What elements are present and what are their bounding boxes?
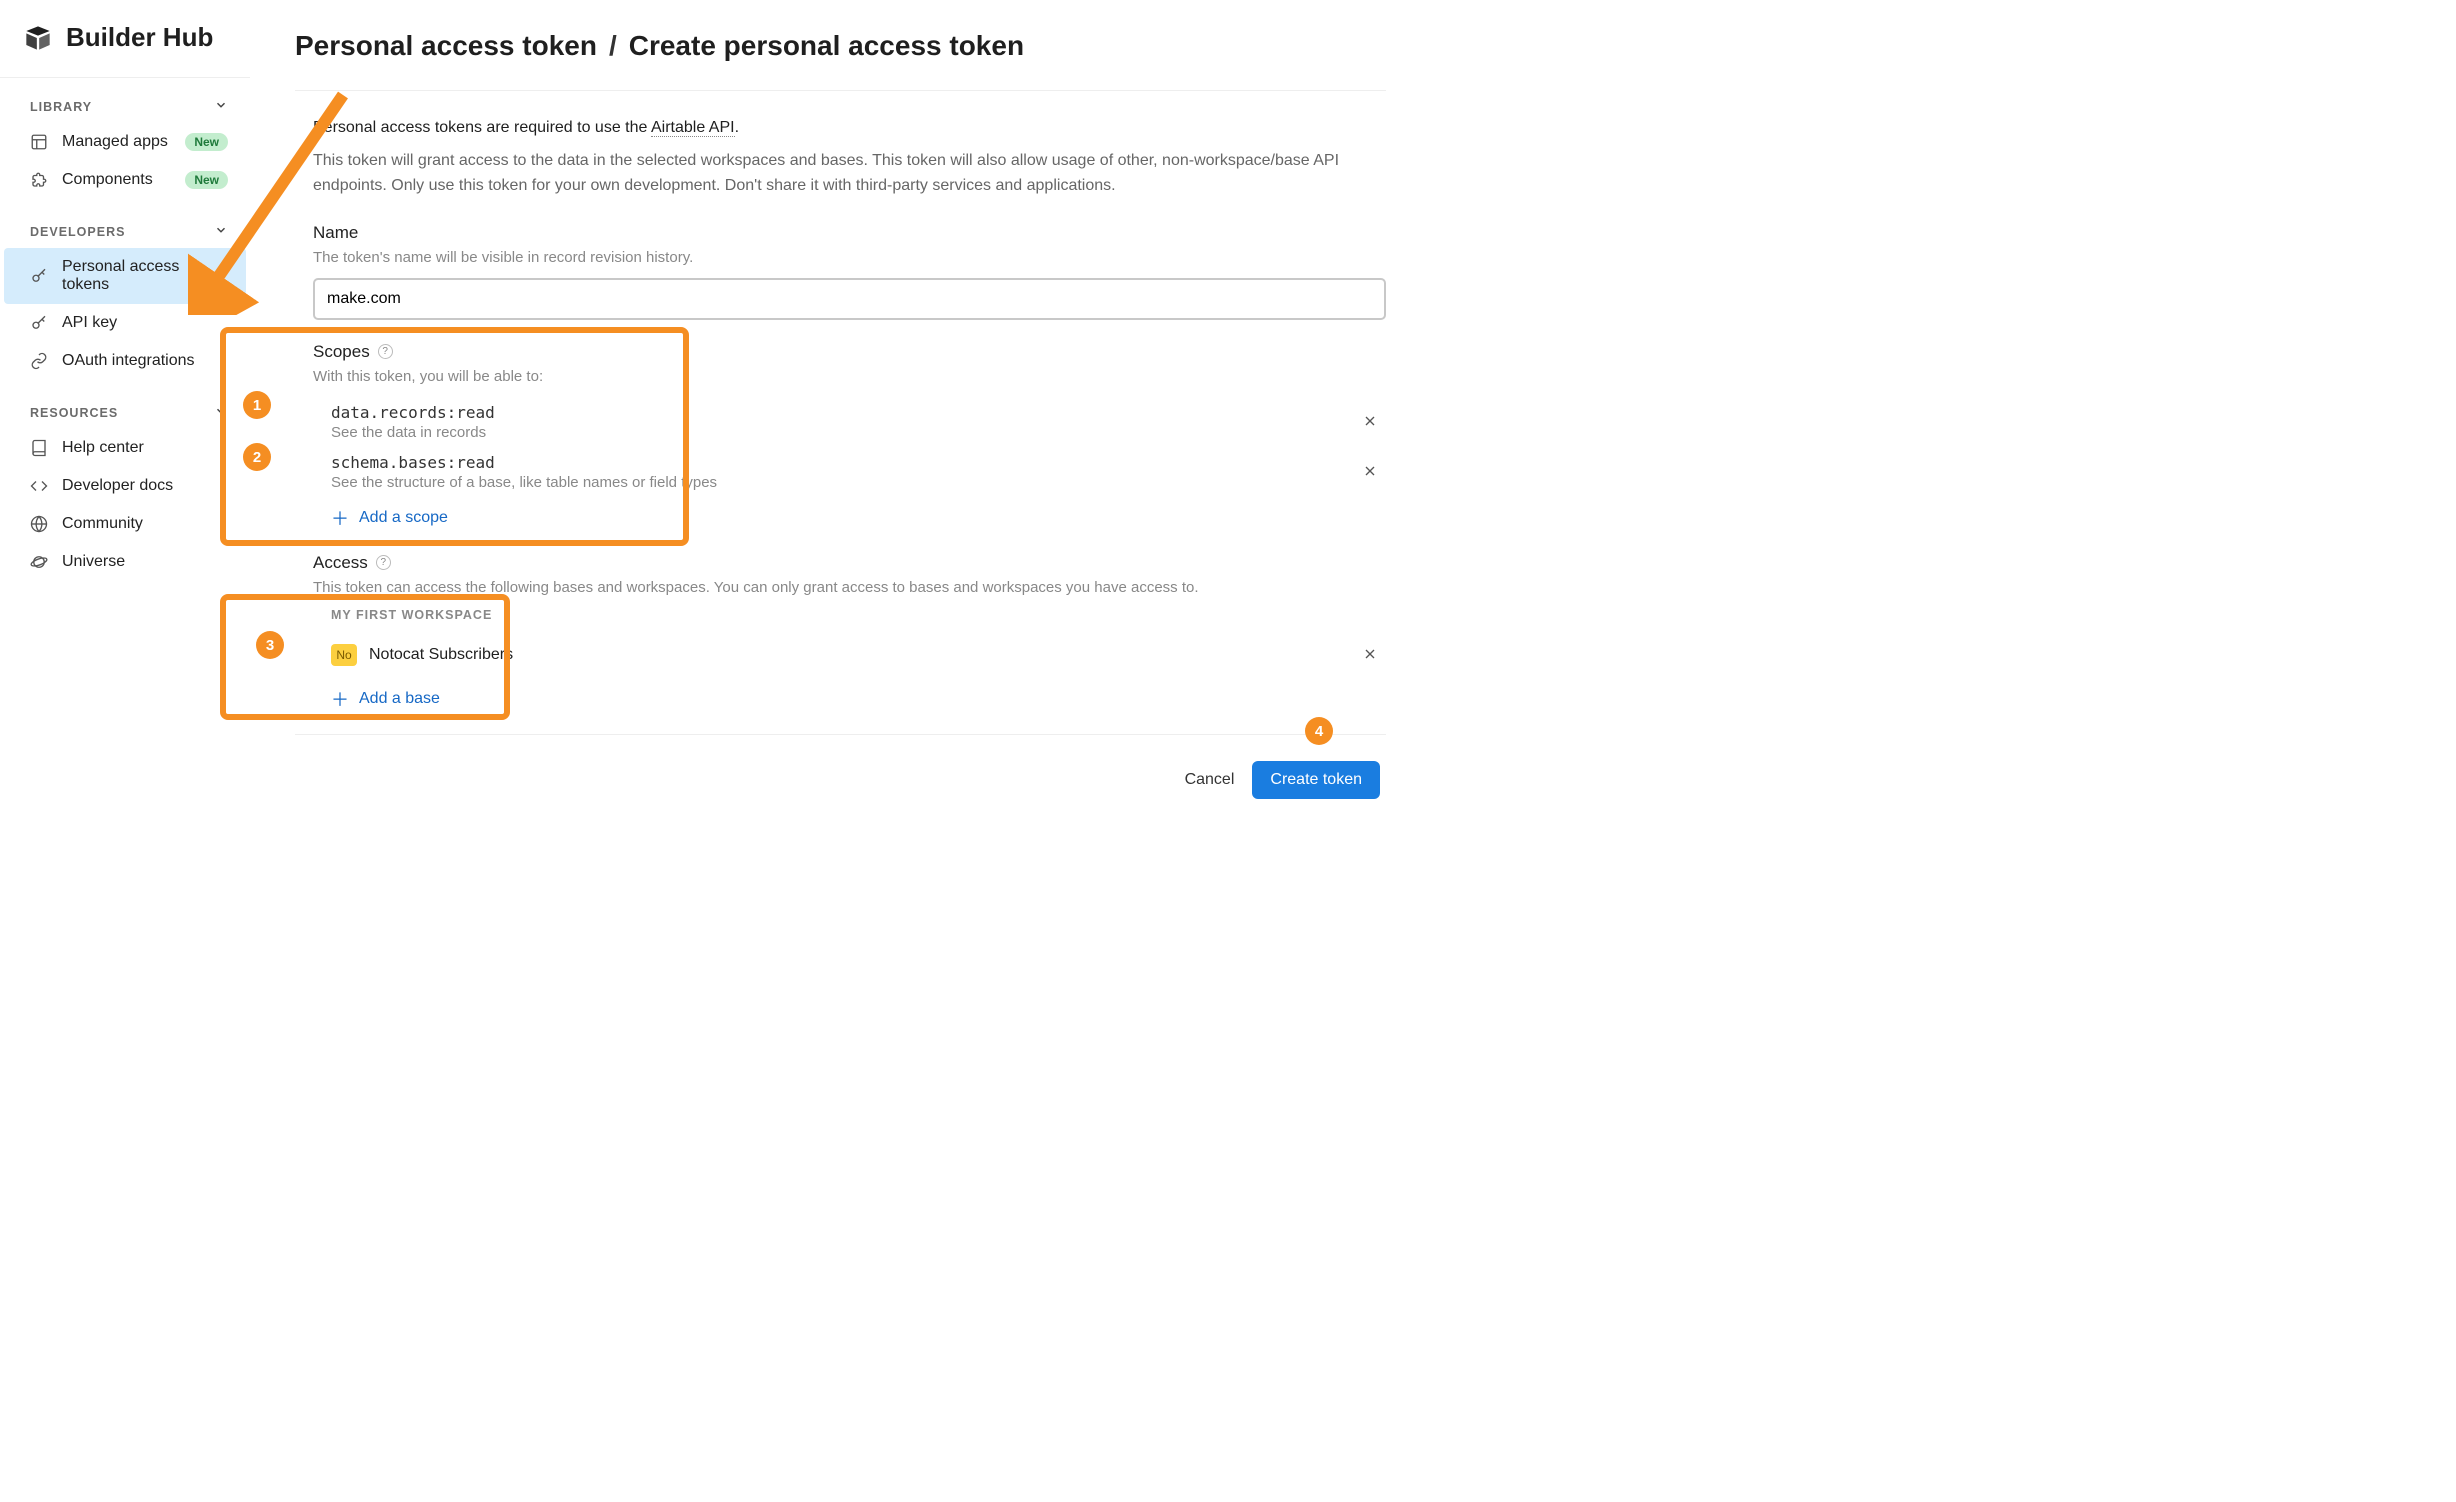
code-icon bbox=[30, 477, 48, 495]
access-hint: This token can access the following base… bbox=[313, 579, 1386, 596]
remove-scope-button[interactable] bbox=[1358, 455, 1382, 489]
scope-desc: See the structure of a base, like table … bbox=[331, 474, 1358, 491]
help-icon[interactable]: ? bbox=[376, 555, 391, 570]
section-library[interactable]: LIBRARY bbox=[0, 98, 250, 115]
nav-api-key-label: API key bbox=[62, 314, 117, 332]
base-name: Notocat Subscribers bbox=[369, 646, 1358, 664]
remove-base-button[interactable] bbox=[1358, 638, 1382, 672]
scopes-label: Scopes bbox=[313, 342, 370, 362]
nav-oauth[interactable]: OAuth integrations bbox=[0, 342, 250, 380]
scope-code: schema.bases:read bbox=[331, 453, 1358, 472]
sidebar: Builder Hub LIBRARY Managed apps New Com… bbox=[0, 0, 250, 829]
base-row: No Notocat Subscribers bbox=[331, 632, 1386, 678]
nav-developer-docs[interactable]: Developer docs bbox=[0, 467, 250, 505]
grid-icon bbox=[30, 133, 48, 151]
airtable-api-link[interactable]: Airtable API bbox=[651, 119, 735, 137]
nav-managed-apps[interactable]: Managed apps New bbox=[0, 123, 250, 161]
add-base-button[interactable]: ＋ Add a base bbox=[331, 686, 440, 712]
nav-managed-apps-label: Managed apps bbox=[62, 133, 168, 151]
badge-new: New bbox=[185, 133, 228, 151]
create-token-button[interactable]: Create token bbox=[1252, 761, 1380, 799]
brand: Builder Hub bbox=[0, 22, 250, 78]
chevron-down-icon bbox=[214, 98, 228, 115]
scopes-hint: With this token, you will be able to: bbox=[313, 368, 1386, 385]
nav-oauth-label: OAuth integrations bbox=[62, 352, 195, 370]
nav-personal-access-tokens[interactable]: Personal access tokens bbox=[4, 248, 246, 304]
breadcrumb-parent[interactable]: Personal access token bbox=[295, 30, 597, 62]
nav-help-label: Help center bbox=[62, 439, 144, 457]
section-developers-label: DEVELOPERS bbox=[30, 225, 125, 239]
key-icon bbox=[30, 267, 48, 285]
plus-icon: ＋ bbox=[331, 686, 349, 712]
name-hint: The token's name will be visible in reco… bbox=[313, 249, 1386, 266]
breadcrumb: Personal access token / Create personal … bbox=[295, 30, 1386, 91]
intro-description: This token will grant access to the data… bbox=[313, 149, 1386, 199]
book-icon bbox=[30, 439, 48, 457]
cancel-button[interactable]: Cancel bbox=[1185, 771, 1235, 789]
breadcrumb-current: Create personal access token bbox=[629, 30, 1024, 62]
main-content: Personal access token / Create personal … bbox=[250, 0, 1400, 829]
nav-components-label: Components bbox=[62, 171, 153, 189]
planet-icon bbox=[30, 553, 48, 571]
base-icon: No bbox=[331, 644, 357, 666]
token-name-input[interactable] bbox=[313, 278, 1386, 320]
section-resources-label: RESOURCES bbox=[30, 406, 118, 420]
nav-universe-label: Universe bbox=[62, 553, 125, 571]
nav-help-center[interactable]: Help center bbox=[0, 429, 250, 467]
badge-new: New bbox=[185, 171, 228, 189]
access-label: Access bbox=[313, 553, 368, 573]
scope-row: schema.bases:read See the structure of a… bbox=[331, 447, 1386, 497]
nav-docs-label: Developer docs bbox=[62, 477, 173, 495]
scope-code: data.records:read bbox=[331, 403, 1358, 422]
nav-components[interactable]: Components New bbox=[0, 161, 250, 199]
name-label: Name bbox=[313, 223, 1386, 243]
brand-logo-icon bbox=[24, 24, 52, 52]
remove-scope-button[interactable] bbox=[1358, 405, 1382, 439]
breadcrumb-separator: / bbox=[609, 30, 617, 62]
nav-pat-label: Personal access tokens bbox=[62, 258, 228, 294]
brand-name: Builder Hub bbox=[66, 22, 213, 53]
scope-desc: See the data in records bbox=[331, 424, 1358, 441]
intro-text: Personal access tokens are required to u… bbox=[313, 119, 1386, 137]
workspace-label: MY FIRST WORKSPACE bbox=[331, 608, 1386, 622]
nav-universe[interactable]: Universe bbox=[0, 543, 250, 581]
actions-row: Cancel Create token bbox=[295, 734, 1386, 799]
chevron-down-icon bbox=[214, 223, 228, 240]
annotation-step-3: 3 bbox=[256, 631, 284, 659]
key-icon bbox=[30, 314, 48, 332]
help-icon[interactable]: ? bbox=[378, 344, 393, 359]
plus-icon: ＋ bbox=[331, 505, 349, 531]
add-scope-button[interactable]: ＋ Add a scope bbox=[331, 505, 448, 531]
nav-api-key[interactable]: API key bbox=[0, 304, 250, 342]
section-resources[interactable]: RESOURCES bbox=[0, 404, 250, 421]
nav-community[interactable]: Community bbox=[0, 505, 250, 543]
puzzle-icon bbox=[30, 171, 48, 189]
globe-icon bbox=[30, 515, 48, 533]
section-developers[interactable]: DEVELOPERS bbox=[0, 223, 250, 240]
nav-community-label: Community bbox=[62, 515, 143, 533]
section-library-label: LIBRARY bbox=[30, 100, 92, 114]
chevron-down-icon bbox=[214, 404, 228, 421]
link-icon bbox=[30, 352, 48, 370]
scope-row: data.records:read See the data in record… bbox=[331, 397, 1386, 447]
